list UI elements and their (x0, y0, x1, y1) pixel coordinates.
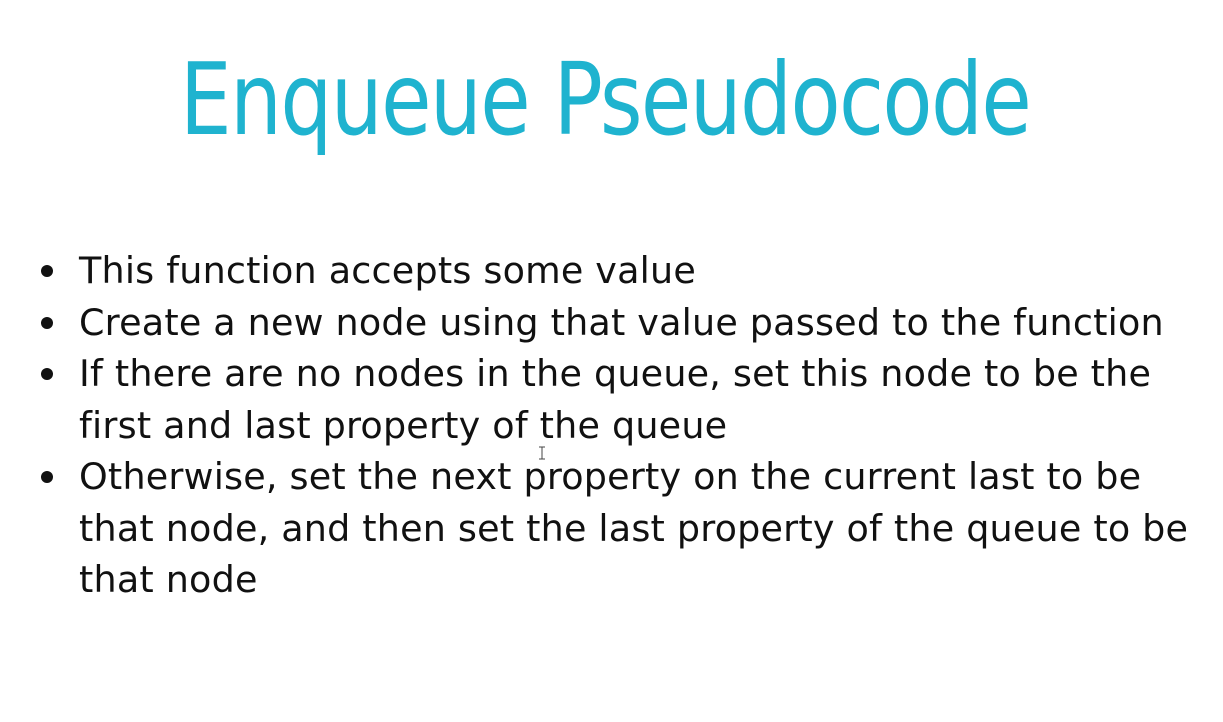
bullet-dot-icon (41, 368, 53, 380)
bullet-item: This function accepts some value (38, 245, 1218, 297)
bullet-dot-icon (41, 265, 53, 277)
bullet-item: Create a new node using that value passe… (38, 297, 1218, 349)
bullet-list: This function accepts some value Create … (38, 245, 1218, 606)
bullet-item: Otherwise, set the next property on the … (38, 451, 1218, 606)
bullet-text: If there are no nodes in the queue, set … (79, 352, 1152, 447)
bullet-item: If there are no nodes in the queue, set … (38, 348, 1218, 451)
text-cursor-icon (539, 446, 545, 460)
bullet-text: Create a new node using that value passe… (79, 300, 1164, 344)
slide: Enqueue Pseudocode This function accepts… (0, 0, 1223, 722)
slide-title: Enqueue Pseudocode (179, 41, 1032, 158)
bullet-dot-icon (41, 316, 53, 329)
bullet-text: Otherwise, set the next property on the … (79, 455, 1189, 601)
bullet-text: This function accepts some value (79, 249, 697, 292)
bullet-dot-icon (41, 471, 53, 483)
